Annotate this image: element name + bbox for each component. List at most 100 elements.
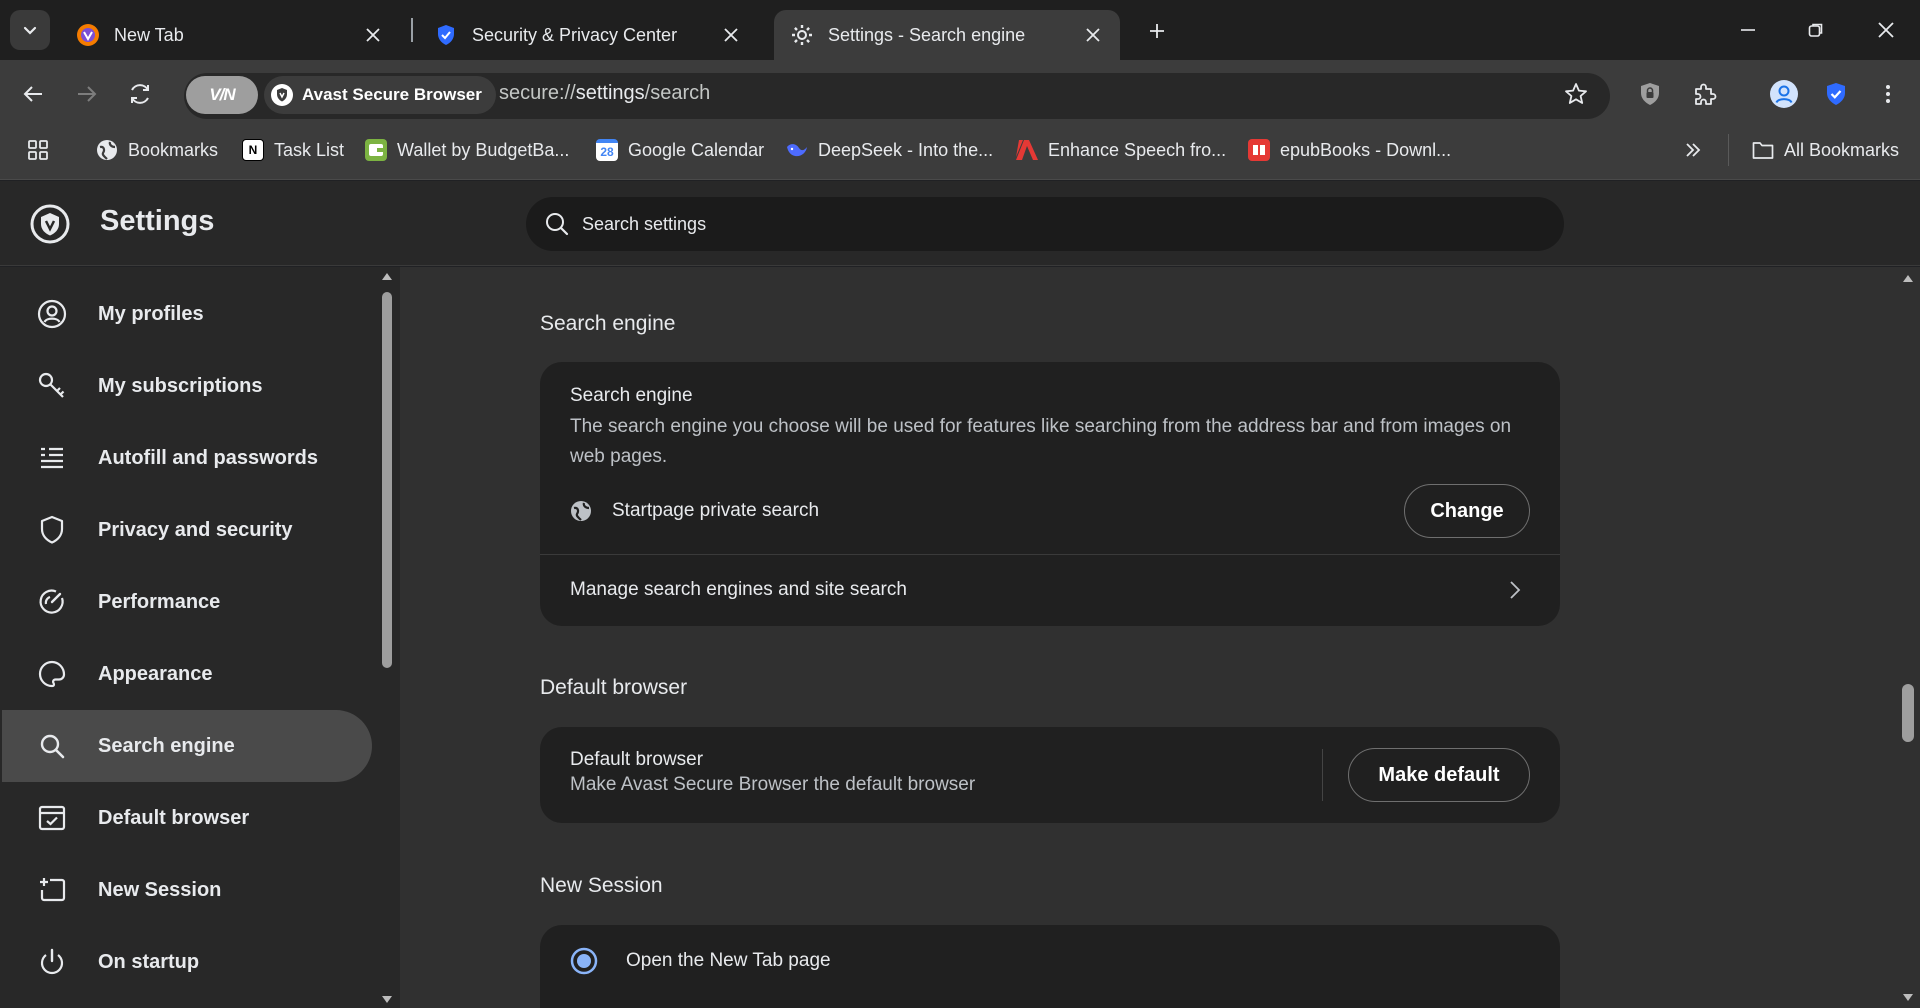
change-search-engine-button[interactable]: Change xyxy=(1404,484,1530,538)
make-default-button[interactable]: Make default xyxy=(1348,748,1530,802)
extensions-button[interactable] xyxy=(1684,74,1724,114)
sidebar-item-label: My profiles xyxy=(98,302,204,325)
url-path: /search xyxy=(644,82,711,104)
bookmark-label: DeepSeek - Into the... xyxy=(818,139,994,160)
search-engine-row-title: Search engine xyxy=(570,385,693,406)
puzzle-icon xyxy=(1695,83,1717,105)
profile-icon xyxy=(34,296,70,332)
book-icon xyxy=(1248,139,1270,161)
bookmark-epubbooks[interactable]: epubBooks - Downl... xyxy=(1248,136,1451,164)
sidebar-item-label: My subscriptions xyxy=(98,374,263,397)
close-window-button[interactable] xyxy=(1858,10,1914,50)
reload-icon xyxy=(131,84,149,104)
avast-logo-icon xyxy=(76,23,100,47)
close-icon xyxy=(1878,22,1894,38)
minimize-button[interactable] xyxy=(1720,10,1776,50)
bookmark-bookmarks[interactable]: Bookmarks xyxy=(96,136,218,164)
deepseek-whale-icon xyxy=(786,139,808,161)
browser-chip[interactable]: Avast Secure Browser xyxy=(264,76,496,114)
tab-settings-search-engine[interactable]: Settings - Search engine xyxy=(774,10,1120,60)
tab-search-button[interactable] xyxy=(10,10,50,50)
scroll-down-arrow-icon[interactable] xyxy=(380,994,394,1006)
bookmark-task-list[interactable]: N Task List xyxy=(242,136,344,164)
bookmark-google-calendar[interactable]: 28 Google Calendar xyxy=(596,136,764,164)
arrow-left-icon xyxy=(23,86,42,102)
privacy-guard-button[interactable] xyxy=(1630,74,1670,114)
section-heading-search-engine: Search engine xyxy=(540,312,676,335)
vpn-button[interactable]: V/N xyxy=(186,76,258,114)
shield-icon xyxy=(34,512,70,548)
current-search-engine: Startpage private search xyxy=(570,500,819,522)
palette-icon xyxy=(34,656,70,692)
profile-button[interactable] xyxy=(1764,74,1804,114)
bookmarks-divider xyxy=(1728,134,1729,166)
search-icon xyxy=(546,213,569,236)
list-icon xyxy=(34,440,70,476)
bookmark-label: Task List xyxy=(274,139,345,160)
minimize-icon xyxy=(1741,29,1755,31)
sidebar-item-label: Privacy and security xyxy=(98,518,293,541)
browser-chip-label: Avast Secure Browser xyxy=(302,85,482,104)
sidebar-scroll-thumb[interactable] xyxy=(382,292,392,668)
close-icon[interactable] xyxy=(362,24,384,46)
sidebar-item-privacy-security[interactable]: Privacy and security xyxy=(2,494,372,566)
chevron-down-icon xyxy=(23,26,37,35)
scroll-up-arrow-icon[interactable] xyxy=(380,270,394,282)
sidebar-item-on-startup[interactable]: On startup xyxy=(2,926,372,998)
bookmark-star-button[interactable] xyxy=(1556,74,1596,114)
key-icon xyxy=(34,368,70,404)
sidebar-item-appearance[interactable]: Appearance xyxy=(2,638,372,710)
sidebar-item-my-subscriptions[interactable]: My subscriptions xyxy=(2,350,372,422)
chevron-right-icon xyxy=(1510,581,1521,599)
bookmark-wallet[interactable]: Wallet by BudgetBa... xyxy=(365,136,569,164)
scroll-up-arrow-icon[interactable] xyxy=(1901,272,1915,284)
manage-search-engines-row[interactable]: Manage search engines and site search xyxy=(540,555,1560,626)
shield-lock-icon xyxy=(1641,83,1659,105)
globe-icon xyxy=(571,501,591,521)
folder-icon xyxy=(1752,139,1774,161)
sidebar-item-label: New Session xyxy=(98,878,222,901)
bookmark-deepseek[interactable]: DeepSeek - Into the... xyxy=(786,136,993,164)
forward-button[interactable] xyxy=(66,74,106,114)
plus-icon xyxy=(1150,24,1164,38)
sidebar-item-label: Performance xyxy=(98,590,221,613)
settings-search-box[interactable] xyxy=(526,197,1564,251)
url-text[interactable]: secure://settings/search xyxy=(499,82,710,105)
close-icon[interactable] xyxy=(720,24,742,46)
tab-separator xyxy=(411,18,413,42)
adobe-icon xyxy=(1016,139,1038,161)
new-session-icon xyxy=(34,872,70,908)
back-button[interactable] xyxy=(14,74,54,114)
reload-button[interactable] xyxy=(120,74,160,114)
close-icon[interactable] xyxy=(1082,24,1104,46)
main-scroll-thumb[interactable] xyxy=(1902,684,1914,742)
search-engine-card: Search engine The search engine you choo… xyxy=(540,362,1560,626)
security-button[interactable] xyxy=(1816,74,1856,114)
tab-new-tab[interactable]: New Tab xyxy=(60,10,400,60)
power-icon xyxy=(34,944,70,980)
new-session-option[interactable]: Open the New Tab page xyxy=(570,947,831,975)
more-vertical-icon xyxy=(1886,85,1890,103)
bookmark-label: Enhance Speech fro... xyxy=(1048,139,1227,160)
calendar-icon: 28 xyxy=(596,139,618,161)
sidebar-item-my-profiles[interactable]: My profiles xyxy=(2,278,372,350)
search-input[interactable] xyxy=(582,213,1482,235)
more-bookmarks-button[interactable] xyxy=(1682,136,1704,164)
sidebar-item-default-browser[interactable]: Default browser xyxy=(2,782,372,854)
apps-button[interactable] xyxy=(26,136,50,164)
restore-icon xyxy=(1808,23,1823,37)
menu-button[interactable] xyxy=(1868,74,1908,114)
tab-security-privacy-center[interactable]: Security & Privacy Center xyxy=(418,10,758,60)
radio-selected-icon[interactable] xyxy=(570,947,598,975)
all-bookmarks-button[interactable]: All Bookmarks xyxy=(1752,136,1899,164)
sidebar-item-autofill-passwords[interactable]: Autofill and passwords xyxy=(2,422,372,494)
scroll-down-arrow-icon[interactable] xyxy=(1901,992,1915,1004)
sidebar-item-search-engine[interactable]: Search engine xyxy=(2,710,372,782)
restore-button[interactable] xyxy=(1788,10,1844,50)
bookmark-enhance-speech[interactable]: Enhance Speech fro... xyxy=(1016,136,1226,164)
new-tab-button[interactable] xyxy=(1140,14,1174,48)
sidebar-item-new-session[interactable]: New Session xyxy=(2,854,372,926)
sidebar-item-performance[interactable]: Performance xyxy=(2,566,372,638)
current-search-engine-label: Startpage private search xyxy=(612,500,820,521)
sidebar-item-label: Search engine xyxy=(98,734,235,757)
